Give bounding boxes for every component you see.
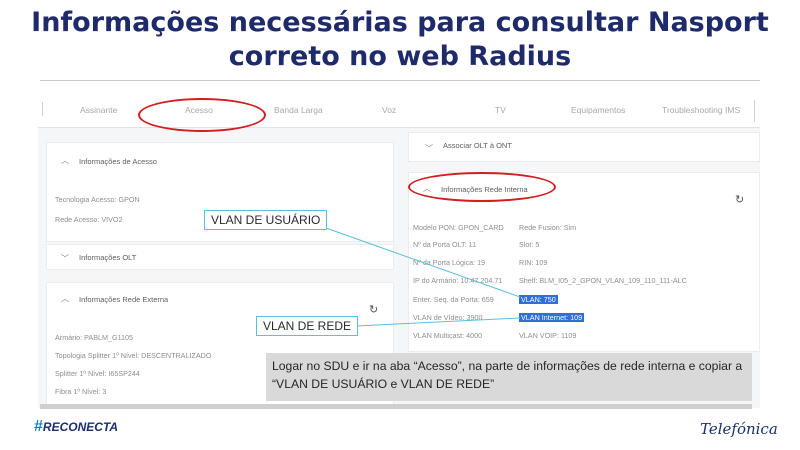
connector-vlan-usuario xyxy=(325,227,521,298)
connector-vlan-rede xyxy=(355,317,521,327)
callout-vlan-usuario: VLAN DE USUÁRIO xyxy=(204,210,328,230)
acesso-tab-highlight-ellipse xyxy=(138,98,266,132)
rede-interna-highlight-ellipse xyxy=(408,172,556,202)
instruction-note: Logar no SDU e ir na aba “Acesso”, na pa… xyxy=(266,353,752,401)
callout-vlan-rede: VLAN DE REDE xyxy=(256,316,359,336)
